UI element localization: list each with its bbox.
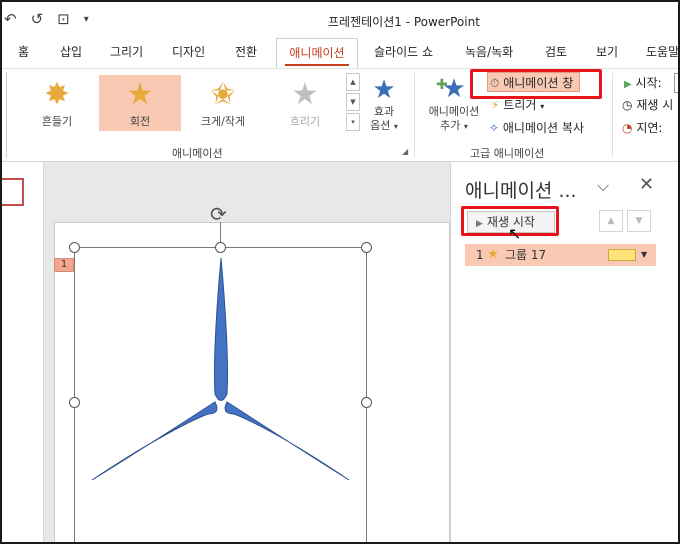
gallery-item-desaturate[interactable]: ★ 흐리기 xyxy=(264,75,346,131)
gallery-item-spin[interactable]: ★ 회전 xyxy=(99,75,181,131)
item-dropdown-icon[interactable]: ▼ xyxy=(641,244,647,266)
pinwheel-group-shape[interactable] xyxy=(2,162,450,544)
effect-options-label-1: 효과 xyxy=(373,105,395,118)
effect-options-button[interactable]: ★ 효과 옵션 ▾ xyxy=(364,75,404,134)
animation-dialog-launcher-icon[interactable]: ◢ xyxy=(402,147,408,156)
redo-icon[interactable]: ↺ xyxy=(31,10,44,28)
animation-list-item[interactable]: 1 ★ 그룹 17 ▼ xyxy=(465,244,656,266)
clock-icon: ◷ xyxy=(622,98,633,112)
tab-record[interactable]: 녹음/녹화 xyxy=(465,38,513,68)
timing-start-label: 시작: xyxy=(635,76,662,90)
undo-icon[interactable]: ↶ xyxy=(4,10,17,28)
timing-duration[interactable]: ◷ 재생 시 xyxy=(622,95,673,115)
window-title: 프레젠테이션1 - PowerPoint xyxy=(328,15,480,29)
gallery-label: 회전 xyxy=(129,115,151,128)
animation-painter-label: 애니메이션 복사 xyxy=(502,121,584,135)
start-from-beginning-icon[interactable]: ⊡ xyxy=(57,10,70,28)
effect-options-star-icon: ★ xyxy=(372,75,396,105)
tab-draw[interactable]: 그리기 xyxy=(110,38,143,68)
tab-animations[interactable]: 애니메이션 xyxy=(276,38,358,68)
tab-review[interactable]: 검토 xyxy=(545,38,567,68)
close-icon[interactable]: ✕ xyxy=(639,174,654,195)
ribbon: ✸ 흔들기 ★ 회전 ✬ 크게/작게 ★ 흐리기 ▲ ▼ ▾ ★ 효과 옵션 ▾… xyxy=(2,68,678,162)
powerpoint-window: ↶ ↺ ⊡ ▾ 프레젠테이션1 - PowerPoint 홈 삽입 그리기 디자… xyxy=(0,0,680,544)
ribbon-tabs: 홈 삽입 그리기 디자인 전환 애니메이션 슬라이드 쇼 녹음/녹화 검토 보기… xyxy=(2,38,678,68)
gallery-item-teeter[interactable]: ✸ 흔들기 xyxy=(16,75,98,131)
grow-shrink-star-icon: ✬ xyxy=(210,77,236,112)
chevron-down-icon: ▾ xyxy=(393,122,398,131)
animation-painter-button[interactable]: ✧ 애니메이션 복사 xyxy=(489,118,584,138)
chevron-down-icon: ▾ xyxy=(540,102,545,111)
tab-insert[interactable]: 삽입 xyxy=(60,38,82,68)
delay-clock-icon: ◔ xyxy=(622,121,633,135)
tab-transitions[interactable]: 전환 xyxy=(235,38,257,68)
timing-duration-label: 재생 시 xyxy=(636,98,674,112)
gallery-label: 흔들기 xyxy=(41,115,73,128)
timeline-bar[interactable] xyxy=(608,249,636,261)
lightning-icon: ⚡ xyxy=(491,98,500,112)
gallery-scroll: ▲ ▼ ▾ xyxy=(346,73,360,133)
gallery-label: 흐리기 xyxy=(289,115,321,128)
add-animation-label-2: 추가 xyxy=(440,119,461,132)
animation-item-name: 그룹 17 xyxy=(505,248,547,262)
group-label-animation: 애니메이션 xyxy=(172,147,223,160)
add-animation-label-1: 애니메이션 xyxy=(428,105,480,118)
tab-view[interactable]: 보기 xyxy=(596,38,618,68)
move-later-icon[interactable]: ▼ xyxy=(627,210,651,232)
play-icon: ▶ xyxy=(624,79,632,90)
move-earlier-icon[interactable]: ▲ xyxy=(599,210,623,232)
trigger-button[interactable]: ⚡ 트리거 ▾ xyxy=(491,95,544,115)
animation-item-number: 1 xyxy=(476,248,484,262)
teeter-star-icon: ✸ xyxy=(44,77,70,112)
trigger-label: 트리거 xyxy=(503,98,537,112)
effect-options-label-2: 옵션 xyxy=(370,119,391,132)
pane-options-chevron-icon[interactable]: ⌵ xyxy=(597,176,609,196)
chevron-down-icon: ▾ xyxy=(463,122,468,131)
gallery-scroll-down-icon[interactable]: ▼ xyxy=(346,93,360,111)
timing-delay-label: 지연: xyxy=(636,121,663,135)
slide-workspace: 1 ⟳ xyxy=(2,162,450,544)
tab-slideshow[interactable]: 슬라이드 쇼 xyxy=(374,38,433,68)
mouse-cursor-icon: ↖ xyxy=(508,224,522,243)
tab-design[interactable]: 디자인 xyxy=(172,38,205,68)
group-separator xyxy=(414,73,415,157)
quick-access-toolbar: ↶ ↺ ⊡ ▾ xyxy=(4,10,89,28)
animation-painter-icon: ✧ xyxy=(489,121,500,135)
group-label-advanced: 고급 애니메이션 xyxy=(470,147,545,160)
animation-pane-title: 애니메이션 ... xyxy=(465,180,577,202)
title-bar: ↶ ↺ ⊡ ▾ 프레젠테이션1 - PowerPoint xyxy=(2,2,678,38)
animation-pane: 애니메이션 ... ⌵ ✕ ▶ 재생 시작 ▲ ▼ 1 ★ 그룹 17 ▼ xyxy=(450,162,678,542)
desaturate-star-icon: ★ xyxy=(291,77,319,112)
group-separator xyxy=(612,73,613,157)
customize-qat-icon[interactable]: ▾ xyxy=(84,14,89,25)
gallery-more-icon[interactable]: ▾ xyxy=(346,113,360,131)
timing-start[interactable]: ▶ 시작: xyxy=(624,73,662,93)
timing-delay[interactable]: ◔ 지연: xyxy=(622,118,662,138)
gallery-label: 크게/작게 xyxy=(200,115,246,128)
gallery-scroll-up-icon[interactable]: ▲ xyxy=(346,73,360,91)
gallery-item-grow-shrink[interactable]: ✬ 크게/작게 xyxy=(182,75,264,131)
tab-help[interactable]: 도움말 xyxy=(646,38,678,68)
timing-start-select[interactable] xyxy=(674,73,678,93)
tab-home[interactable]: 홈 xyxy=(18,38,29,68)
spin-star-icon: ★ xyxy=(126,77,154,112)
ribbon-left-edge xyxy=(6,72,14,158)
emphasis-star-icon: ★ xyxy=(487,247,499,262)
